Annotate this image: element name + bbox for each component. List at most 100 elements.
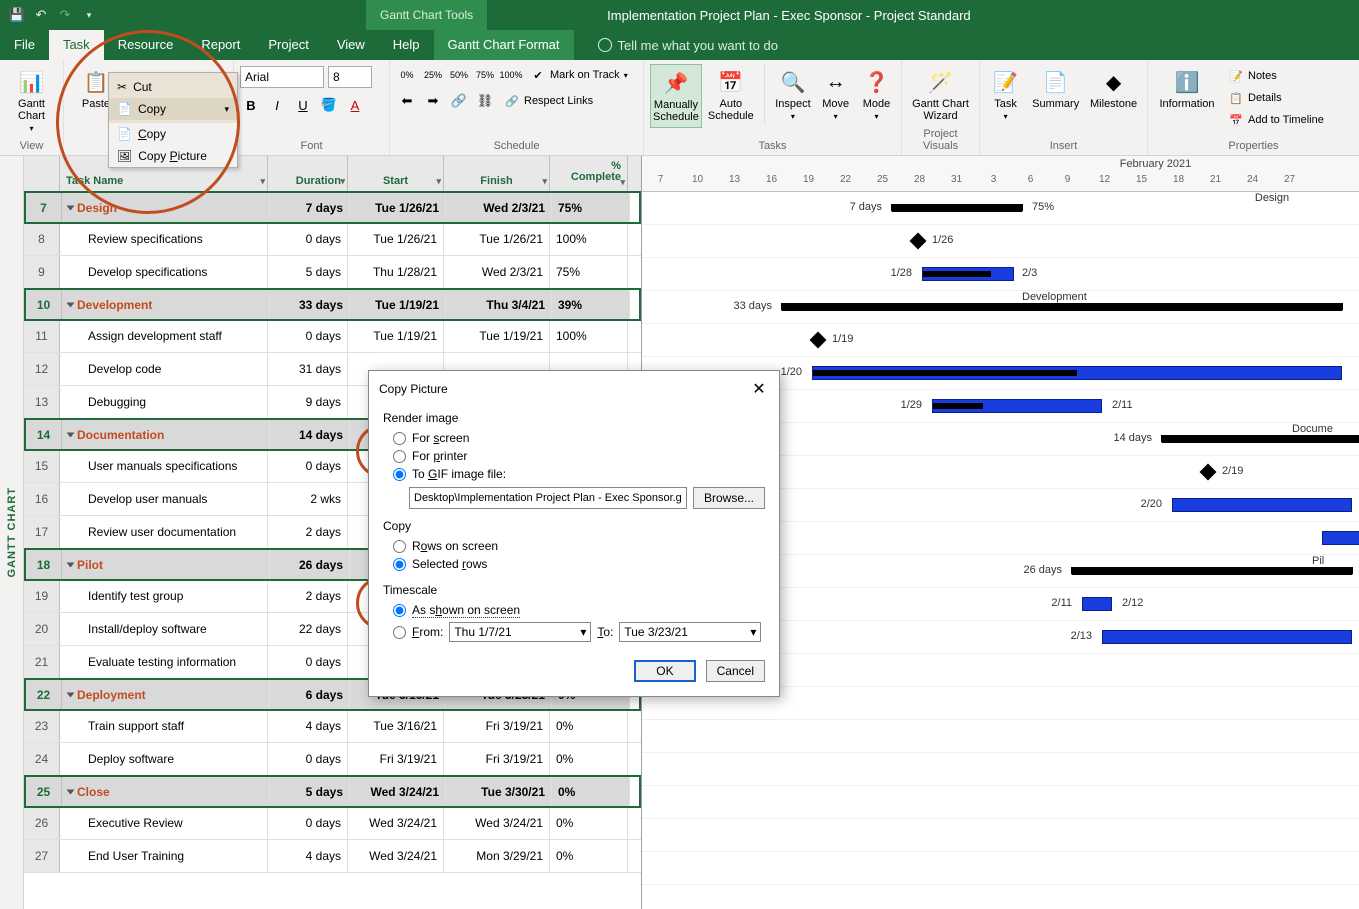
finish-cell[interactable]: Fri 3/19/21 [444, 710, 550, 742]
from-date-select[interactable]: Thu 1/7/21▾ [449, 622, 591, 642]
inspect-button[interactable]: 🔍 Inspect▾ [773, 64, 814, 125]
task-name-cell[interactable]: Deployment [62, 680, 270, 709]
tab-project[interactable]: Project [254, 30, 322, 60]
for-screen-radio[interactable]: For screen [383, 429, 765, 447]
row-id[interactable]: 10 [26, 290, 62, 319]
mark-on-track-button[interactable]: ✔Mark on Track▾ [526, 65, 632, 85]
task-name-cell[interactable]: User manuals specifications [60, 450, 268, 482]
gif-path-input[interactable] [409, 487, 687, 509]
row-id[interactable]: 18 [26, 550, 62, 579]
duration-cell[interactable]: 5 days [268, 256, 348, 288]
add-timeline-button[interactable]: 📅Add to Timeline [1224, 110, 1328, 130]
to-gif-radio[interactable]: To GIF image file: [383, 465, 765, 483]
task-name-cell[interactable]: Design [62, 193, 270, 222]
manually-schedule-button[interactable]: 📌 Manually Schedule [650, 64, 702, 128]
finish-cell[interactable]: Tue 1/26/21 [444, 223, 550, 255]
row-id[interactable]: 17 [24, 516, 60, 548]
duration-cell[interactable]: 22 days [268, 613, 348, 645]
duration-cell[interactable]: 14 days [270, 420, 350, 449]
task-name-cell[interactable]: Close [62, 777, 270, 806]
as-shown-radio[interactable]: As shown on screen [383, 601, 765, 620]
col-finish[interactable]: Finish▾ [444, 156, 550, 191]
save-icon[interactable]: 💾 [8, 6, 26, 24]
tab-task[interactable]: Task [49, 30, 104, 60]
task-name-cell[interactable]: End User Training [60, 840, 268, 872]
col-complete[interactable]: %Complete▾ [550, 156, 628, 191]
pct25-button[interactable]: 25% [422, 64, 444, 86]
italic-button[interactable]: I [266, 94, 288, 116]
table-row[interactable]: 26Executive Review0 daysWed 3/24/21Wed 3… [24, 807, 641, 840]
for-printer-radio[interactable]: For printer [383, 447, 765, 465]
start-cell[interactable]: Tue 1/26/21 [348, 223, 444, 255]
table-row[interactable]: 11Assign development staff0 daysTue 1/19… [24, 320, 641, 353]
details-button[interactable]: 📋Details [1224, 88, 1328, 108]
insert-task-button[interactable]: 📝 Task▾ [986, 64, 1025, 125]
table-row[interactable]: 23Train support staff4 daysTue 3/16/21Fr… [24, 710, 641, 743]
task-name-cell[interactable]: Deploy software [60, 743, 268, 775]
unlink-button[interactable]: ⛓ [474, 90, 496, 112]
duration-cell[interactable]: 0 days [268, 743, 348, 775]
task-name-cell[interactable]: Develop code [60, 353, 268, 385]
start-cell[interactable]: Thu 1/28/21 [348, 256, 444, 288]
copy-menu-item[interactable]: 📄Copy [109, 123, 237, 145]
qat-dropdown-icon[interactable]: ▾ [80, 6, 98, 24]
respect-links-button[interactable]: 🔗Respect Links [500, 91, 597, 111]
task-name-cell[interactable]: Development [62, 290, 270, 319]
table-row[interactable]: 9Develop specifications5 daysThu 1/28/21… [24, 256, 641, 289]
row-id[interactable]: 20 [24, 613, 60, 645]
finish-cell[interactable]: Wed 3/24/21 [444, 807, 550, 839]
tell-me[interactable]: Tell me what you want to do [598, 30, 778, 60]
duration-cell[interactable]: 2 days [268, 516, 348, 548]
row-id[interactable]: 26 [24, 807, 60, 839]
undo-icon[interactable]: ↶ [32, 6, 50, 24]
selected-rows-radio[interactable]: Selected rows [383, 555, 765, 573]
font-name-select[interactable] [240, 66, 324, 88]
table-row[interactable]: 24Deploy software0 daysFri 3/19/21Fri 3/… [24, 743, 641, 776]
to-date-select[interactable]: Tue 3/23/21▾ [619, 622, 761, 642]
tab-report[interactable]: Report [187, 30, 254, 60]
row-id[interactable]: 23 [24, 710, 60, 742]
outdent-button[interactable]: ⬅ [396, 90, 418, 112]
complete-cell[interactable]: 39% [552, 290, 630, 319]
start-cell[interactable]: Wed 3/24/21 [348, 807, 444, 839]
link-button[interactable]: 🔗 [448, 90, 470, 112]
complete-cell[interactable]: 0% [550, 807, 628, 839]
finish-cell[interactable]: Fri 3/19/21 [444, 743, 550, 775]
start-cell[interactable]: Tue 3/16/21 [348, 710, 444, 742]
row-id[interactable]: 19 [24, 580, 60, 612]
start-cell[interactable]: Tue 1/26/21 [350, 193, 446, 222]
tab-help[interactable]: Help [379, 30, 434, 60]
underline-button[interactable]: U [292, 94, 314, 116]
cut-menu-item[interactable]: ✂Cut [109, 76, 237, 98]
complete-cell[interactable]: 0% [550, 840, 628, 872]
row-id[interactable]: 12 [24, 353, 60, 385]
browse-button[interactable]: Browse... [693, 487, 765, 509]
task-name-cell[interactable]: Install/deploy software [60, 613, 268, 645]
cancel-button[interactable]: Cancel [706, 660, 765, 682]
task-name-cell[interactable]: Evaluate testing information [60, 646, 268, 678]
row-id[interactable]: 27 [24, 840, 60, 872]
col-duration[interactable]: Duration▾ [268, 156, 348, 191]
start-cell[interactable]: Tue 1/19/21 [350, 290, 446, 319]
font-size-select[interactable] [328, 66, 372, 88]
pct0-button[interactable]: 0% [396, 64, 418, 86]
finish-cell[interactable]: Wed 2/3/21 [446, 193, 552, 222]
move-button[interactable]: ↔ Move▾ [817, 64, 854, 125]
fill-color-button[interactable]: 🪣 [318, 94, 340, 116]
duration-cell[interactable]: 0 days [268, 646, 348, 678]
row-id[interactable]: 15 [24, 450, 60, 482]
row-id[interactable]: 9 [24, 256, 60, 288]
complete-cell[interactable]: 0% [550, 710, 628, 742]
row-id[interactable]: 25 [26, 777, 62, 806]
task-name-cell[interactable]: Debugging [60, 386, 268, 418]
task-name-cell[interactable]: Review user documentation [60, 516, 268, 548]
col-id[interactable] [24, 156, 60, 191]
complete-cell[interactable]: 100% [550, 223, 628, 255]
row-id[interactable]: 22 [26, 680, 62, 709]
row-id[interactable]: 14 [26, 420, 62, 449]
task-name-cell[interactable]: Executive Review [60, 807, 268, 839]
from-radio[interactable] [393, 626, 406, 639]
duration-cell[interactable]: 0 days [268, 450, 348, 482]
tab-resource[interactable]: Resource [104, 30, 188, 60]
tab-view[interactable]: View [323, 30, 379, 60]
